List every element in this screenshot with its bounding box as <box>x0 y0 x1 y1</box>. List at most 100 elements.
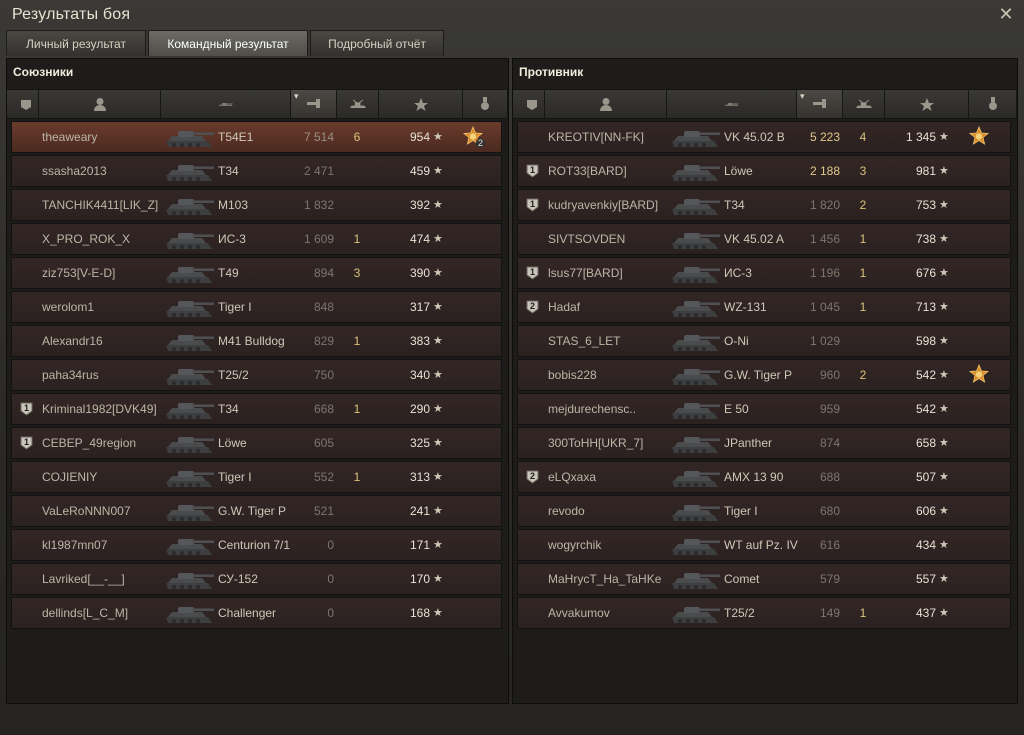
kills-value: 3 <box>353 266 361 280</box>
kills-value <box>342 496 372 526</box>
damage-value: 1 832 <box>303 198 334 212</box>
player-row[interactable]: TANCHIK4411[LIK_Z] M103 1 832 392 ★ <box>11 189 502 221</box>
column-header-xp[interactable]: ▾ <box>797 90 843 118</box>
title-bar: Результаты боя ✕ <box>0 0 1024 30</box>
tab-team-result[interactable]: Командный результат <box>148 30 308 56</box>
kills-value: 1 <box>353 232 361 246</box>
player-row[interactable]: KREOTIV[NN-FK] VK 45.02 B 5 223 4 1 345 ★ <box>517 121 1011 153</box>
player-name: werolom1 <box>42 300 95 314</box>
achievement-medal-icon[interactable] <box>968 125 990 148</box>
tank-silhouette-icon <box>166 199 214 215</box>
kills-value: 2 <box>859 198 867 212</box>
points-value: 598 <box>915 334 936 348</box>
tank-silhouette-icon <box>672 437 720 453</box>
points-value: 738 <box>915 232 936 246</box>
tank-icon <box>218 103 233 106</box>
tank-name: G.W. Tiger P <box>218 504 287 518</box>
tank-silhouette-icon <box>166 335 214 351</box>
player-name: COJIENIY <box>42 470 98 484</box>
player-row[interactable]: X_PRO_ROK_X ИС-3 1 609 1 474 ★ <box>11 223 502 255</box>
column-header-frags[interactable] <box>843 90 885 118</box>
tank-icon <box>724 103 739 106</box>
tank-name: VK 45.02 B <box>724 130 785 144</box>
column-header-tank[interactable] <box>667 90 797 118</box>
achievement-medal-icon[interactable] <box>968 363 990 386</box>
kills-value: 1 <box>353 402 361 416</box>
tank-silhouette-icon <box>672 233 720 249</box>
points-value: 168 <box>409 606 430 620</box>
player-row[interactable]: COJIENIY Tiger I 552 1 313 ★ <box>11 461 502 493</box>
damage-value: 0 <box>327 572 334 586</box>
close-icon[interactable]: ✕ <box>996 4 1016 24</box>
player-row[interactable]: kl1987mn07 Centurion 7/1 0 171 ★ <box>11 529 502 561</box>
points-value: 753 <box>915 198 936 212</box>
star-icon: ★ <box>939 403 949 415</box>
player-row[interactable]: dellinds[L_C_M] Challenger 0 168 ★ <box>11 597 502 629</box>
player-row[interactable]: wogyrchik WT auf Pz. IV 616 434 ★ <box>517 529 1011 561</box>
player-icon <box>599 98 612 111</box>
tank-name: Tiger I <box>724 504 758 518</box>
player-row[interactable]: bobis228 G.W. Tiger P 960 2 542 ★ <box>517 359 1011 391</box>
column-header-star[interactable] <box>885 90 969 118</box>
points-value: 392 <box>409 198 430 212</box>
player-row[interactable]: 1 ROT33[BARD] Löwe 2 188 3 981 ★ <box>517 155 1011 187</box>
tank-name: ИС-3 <box>218 232 246 246</box>
player-row[interactable]: VaLeRoNNN007 G.W. Tiger P 521 241 ★ <box>11 495 502 527</box>
player-row[interactable]: werolom1 Tiger I 848 317 ★ <box>11 291 502 323</box>
tab-detailed-report[interactable]: Подробный отчёт <box>310 30 444 56</box>
player-row[interactable]: 1 kudryavenkiy[BARD] T34 1 820 2 753 ★ <box>517 189 1011 221</box>
tank-name: T34 <box>724 198 745 212</box>
player-row[interactable]: Lavriked[__-__] СУ-152 0 170 ★ <box>11 563 502 595</box>
column-header-squad[interactable] <box>519 90 545 118</box>
player-row[interactable]: Alexandr16 M41 Bulldog 829 1 383 ★ <box>11 325 502 357</box>
column-header-tank[interactable] <box>161 90 291 118</box>
tank-name: E 50 <box>724 402 749 416</box>
player-row[interactable]: paha34rus T25/2 750 340 ★ <box>11 359 502 391</box>
points-value: 325 <box>409 436 430 450</box>
player-name: Lavriked[__-__] <box>42 572 125 586</box>
points-value: 383 <box>409 334 430 348</box>
player-row[interactable]: theaweary T54E1 7 514 6 954 ★ 2 <box>11 121 502 153</box>
allies-panel: Союзники ▾ theaweary T54E1 7 514 6 954 ★ 2 ssas… <box>6 58 509 704</box>
player-row[interactable]: STAS_6_LET O-Ni 1 029 598 ★ <box>517 325 1011 357</box>
points-value: 474 <box>409 232 430 246</box>
column-header-frags[interactable] <box>337 90 379 118</box>
tab-personal-result[interactable]: Личный результат <box>6 30 146 56</box>
tank-name: ИС-3 <box>724 266 752 280</box>
player-row[interactable]: ssasha2013 T34 2 471 459 ★ <box>11 155 502 187</box>
kills-value <box>342 598 372 628</box>
column-header-medal[interactable] <box>969 90 1017 118</box>
player-row[interactable]: SIVTSOVDEN VK 45.02 A 1 456 1 738 ★ <box>517 223 1011 255</box>
kills-value: 1 <box>859 232 867 246</box>
player-row[interactable]: MaHrycT_Ha_TaHKe Comet 579 557 ★ <box>517 563 1011 595</box>
achievement-medal-icon[interactable]: 2 <box>462 125 486 148</box>
tank-silhouette-icon <box>672 369 720 385</box>
points-value: 171 <box>409 538 430 552</box>
kills-value <box>848 428 878 458</box>
column-header-medal[interactable] <box>463 90 508 118</box>
squad-number: 1 <box>24 437 30 447</box>
squad-icon <box>526 100 537 110</box>
damage-value: 829 <box>313 334 334 348</box>
column-header-xp[interactable]: ▾ <box>291 90 337 118</box>
player-row[interactable]: Avvakumov T25/2 149 1 437 ★ <box>517 597 1011 629</box>
player-row[interactable]: revodo Tiger I 680 606 ★ <box>517 495 1011 527</box>
squad-badge-icon: 1 <box>526 198 539 212</box>
kills-value <box>342 360 372 390</box>
player-name: MaHrycT_Ha_TaHKe <box>548 572 662 586</box>
column-header-player[interactable] <box>39 90 161 118</box>
column-header-star[interactable] <box>379 90 463 118</box>
player-row[interactable]: 1 CEBEP_49region Löwe 605 325 ★ <box>11 427 502 459</box>
column-header-squad[interactable] <box>13 90 39 118</box>
player-row[interactable]: ziz753[V-E-D] T49 894 3 390 ★ <box>11 257 502 289</box>
sort-arrow-icon: ▾ <box>800 91 805 101</box>
player-row[interactable]: 2 Hadaf WZ-131 1 045 1 713 ★ <box>517 291 1011 323</box>
player-row[interactable]: mejdurechensc.. E 50 959 542 ★ <box>517 393 1011 425</box>
player-row[interactable]: 1 Kriminal1982[DVK49] T34 668 1 290 ★ <box>11 393 502 425</box>
column-header-player[interactable] <box>545 90 667 118</box>
player-row[interactable]: 300ToHH[UKR_7] JPanther 874 658 ★ <box>517 427 1011 459</box>
player-row[interactable]: 1 lsus77[BARD] ИС-3 1 196 1 676 ★ <box>517 257 1011 289</box>
player-name: SIVTSOVDEN <box>548 232 626 246</box>
kills-value <box>342 292 372 322</box>
player-row[interactable]: 2 eLQxaxa AMX 13 90 688 507 ★ <box>517 461 1011 493</box>
